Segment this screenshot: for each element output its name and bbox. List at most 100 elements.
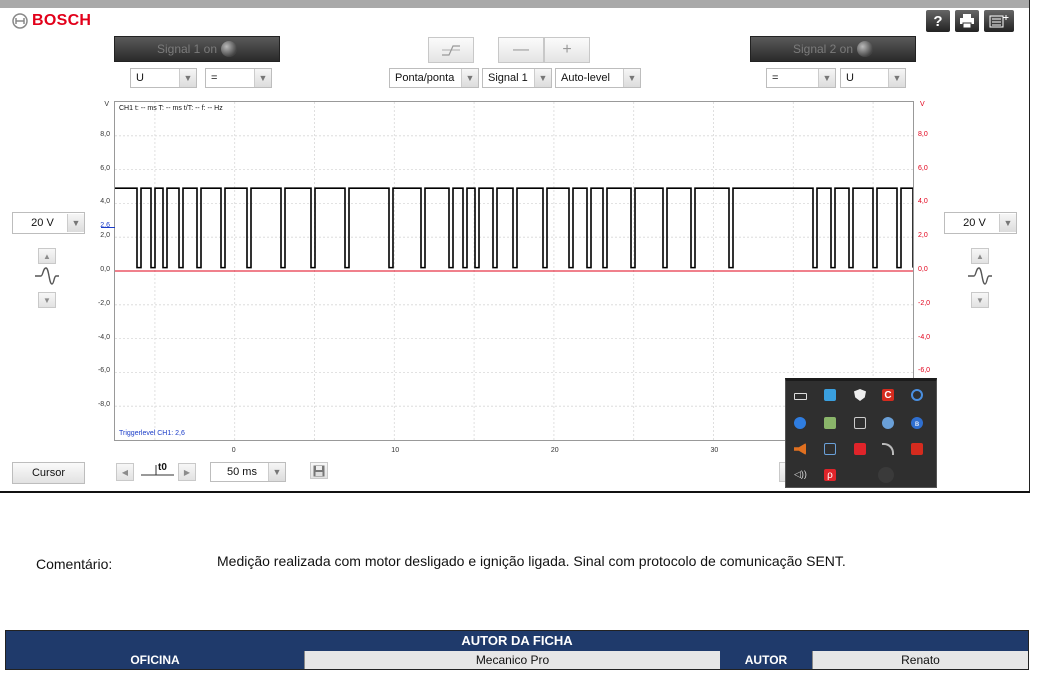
menu-icon — [989, 15, 1009, 28]
left-offset-up-button[interactable]: ▲ — [38, 248, 56, 264]
help-button[interactable]: ? — [926, 10, 950, 32]
chevron-up-icon: ▲ — [976, 251, 984, 261]
chevron-down-icon: ▼ — [818, 69, 835, 87]
chevron-down-icon: ▼ — [268, 463, 285, 481]
y-tick-left: 4,0 — [100, 198, 110, 206]
chevron-down-icon: ▼ — [179, 69, 196, 87]
y-tick-left: -8,0 — [97, 401, 110, 409]
chevron-down-icon: ▼ — [43, 295, 51, 305]
y-tick-left: -6,0 — [97, 367, 110, 375]
y-axis-unit-right: V — [920, 101, 925, 108]
left-range-value: 20 V — [31, 217, 54, 229]
print-button[interactable] — [955, 10, 979, 32]
right-range-select[interactable]: 20 V ▼ — [944, 212, 1017, 234]
oficina-label: OFICINA — [6, 651, 304, 669]
timebase-select[interactable]: 50 ms ▼ — [210, 462, 286, 482]
bluetooth-icon[interactable]: ʙ — [911, 417, 923, 429]
left-range-select[interactable]: 20 V ▼ — [12, 212, 85, 234]
monitor-icon[interactable] — [824, 443, 836, 455]
right-range-value: 20 V — [963, 217, 986, 229]
y-axis-unit-left: V — [104, 101, 109, 108]
y-tick-left: 0,0 — [100, 266, 110, 273]
y-tick-right: 0,0 — [918, 266, 928, 273]
y-tick-right: 8,0 — [918, 130, 928, 138]
chevron-right-icon: ▶ — [183, 467, 191, 477]
chevron-down-icon: ▼ — [623, 69, 640, 87]
measure-mode-value: Ponta/ponta — [395, 72, 455, 84]
y-tick-right: -4,0 — [918, 333, 931, 341]
ch2-unit-value: U — [846, 72, 854, 84]
plus-icon: + — [562, 41, 572, 58]
chevron-down-icon: ▼ — [999, 214, 1016, 232]
ch1-coupling-select[interactable]: = ▼ — [205, 68, 272, 88]
settings-icon[interactable] — [882, 417, 894, 429]
cursor-button[interactable]: Cursor — [12, 462, 85, 484]
y-tick-left: -2,0 — [97, 299, 110, 307]
save-button[interactable] — [310, 462, 328, 479]
ch2-unit-select[interactable]: U ▼ — [840, 68, 906, 88]
wifi-icon[interactable] — [882, 443, 894, 455]
chevron-up-icon: ▲ — [43, 251, 51, 261]
bosch-logo: BOSCH — [12, 12, 91, 30]
footer-title: AUTOR DA FICHA — [6, 631, 1028, 651]
channel-info: CH1 t: -- ms T: -- ms t/T: -- f: -- Hz — [119, 105, 223, 112]
anydesk-icon[interactable] — [854, 443, 866, 455]
speaker-muted-icon[interactable] — [794, 443, 806, 455]
security-shield-icon[interactable] — [854, 389, 866, 401]
trigger-edge-button[interactable] — [428, 37, 474, 63]
ch1-coupling-value: = — [211, 72, 218, 84]
pdf-reader-icon[interactable] — [911, 443, 923, 455]
tray-empty-slot — [878, 467, 894, 483]
chevron-down-icon: ▼ — [976, 295, 984, 305]
top-bar — [0, 0, 1030, 8]
ch2-coupling-select[interactable]: = ▼ — [766, 68, 836, 88]
p-app-icon[interactable]: ρ — [824, 469, 836, 481]
ccleaner-icon[interactable]: C — [882, 389, 894, 401]
trigger-level-marker[interactable] — [101, 227, 115, 229]
app-tray-icon[interactable] — [824, 417, 836, 429]
measure-mode-select[interactable]: Ponta/ponta ▼ — [389, 68, 479, 88]
chevron-left-icon: ◀ — [121, 467, 129, 477]
network-drive-icon[interactable] — [824, 389, 836, 401]
menu-button[interactable] — [984, 10, 1014, 32]
minus-icon: — — [513, 41, 529, 58]
signal1-toggle[interactable]: Signal 1 on — [114, 36, 280, 62]
ch2-coupling-value: = — [772, 72, 779, 84]
y-tick-right: -2,0 — [918, 299, 931, 307]
right-offset-up-button[interactable]: ▲ — [971, 248, 989, 264]
user-account-icon[interactable] — [794, 417, 806, 429]
timebase-value: 50 ms — [227, 466, 257, 478]
source-select[interactable]: Signal 1 ▼ — [482, 68, 552, 88]
left-offset-down-button[interactable]: ▼ — [38, 292, 56, 308]
chevron-down-icon: ▼ — [534, 69, 551, 87]
right-offset-down-button[interactable]: ▼ — [971, 292, 989, 308]
right-border — [1029, 0, 1030, 492]
source-value: Signal 1 — [488, 72, 528, 84]
x-tick: 10 — [391, 447, 400, 454]
level-mode-select[interactable]: Auto-level ▼ — [555, 68, 641, 88]
zoom-out-button[interactable]: — — [498, 37, 544, 63]
app-window: BOSCH ? Signal 1 on Signal 2 on — + U ▼ =… — [0, 0, 1037, 678]
signal2-toggle[interactable]: Signal 2 on — [750, 36, 916, 62]
y-tick-left: -4,0 — [97, 333, 110, 341]
bosch-armature-icon — [12, 13, 28, 29]
t0-label: t0 — [158, 462, 167, 473]
sync-icon[interactable] — [911, 389, 923, 401]
battery-icon[interactable] — [794, 393, 807, 400]
signal2-led-icon — [857, 41, 874, 57]
t0-right-button[interactable]: ▶ — [178, 463, 196, 481]
volume-icon[interactable]: ◁)) — [794, 469, 810, 481]
display-icon[interactable] — [854, 417, 866, 429]
t0-left-button[interactable]: ◀ — [116, 463, 134, 481]
signal1-led-icon — [221, 41, 238, 57]
system-tray-popup: C ʙ ◁)) ρ — [785, 378, 937, 488]
chevron-down-icon: ▼ — [888, 69, 905, 87]
zoom-in-button[interactable]: + — [544, 37, 590, 63]
x-tick: 20 — [550, 447, 559, 454]
y-tick-right: 6,0 — [918, 164, 928, 172]
cursor-label: Cursor — [31, 467, 65, 479]
ch1-unit-value: U — [136, 72, 144, 84]
signal2-label: Signal 2 on — [792, 42, 854, 56]
ch1-unit-select[interactable]: U ▼ — [130, 68, 197, 88]
level-mode-value: Auto-level — [561, 72, 610, 84]
